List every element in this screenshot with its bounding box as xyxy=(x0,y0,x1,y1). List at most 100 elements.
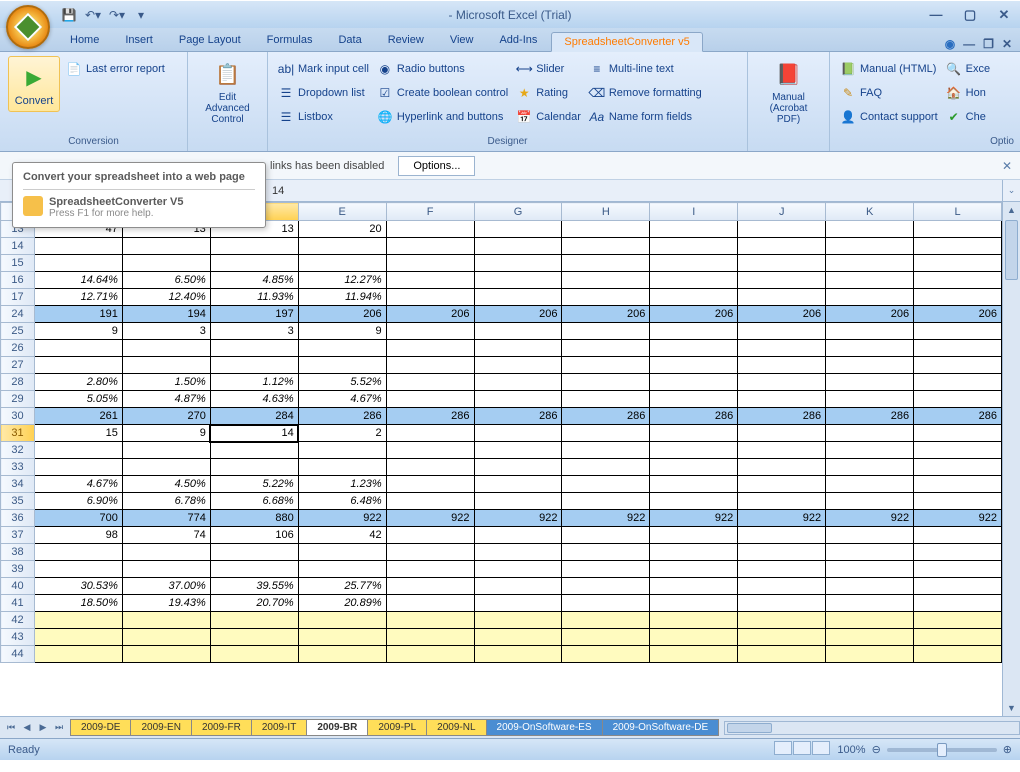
cell-J31[interactable] xyxy=(738,425,826,442)
cell-D32[interactable] xyxy=(210,442,298,459)
row-header-41[interactable]: 41 xyxy=(1,595,35,612)
last-error-report-button[interactable]: 📄Last error report xyxy=(64,60,167,78)
cell-E28[interactable]: 5.52% xyxy=(298,374,386,391)
cell-F33[interactable] xyxy=(386,459,474,476)
row-header-40[interactable]: 40 xyxy=(1,578,35,595)
cell-K30[interactable]: 286 xyxy=(826,408,914,425)
cell-G27[interactable] xyxy=(474,357,562,374)
cell-C17[interactable]: 12.40% xyxy=(122,289,210,306)
cell-C30[interactable]: 270 xyxy=(122,408,210,425)
cell-C40[interactable]: 37.00% xyxy=(122,578,210,595)
cell-B39[interactable] xyxy=(35,561,123,578)
cell-F38[interactable] xyxy=(386,544,474,561)
cell-H16[interactable] xyxy=(562,272,650,289)
cell-J14[interactable] xyxy=(738,238,826,255)
ribbon-tab-data[interactable]: Data xyxy=(326,31,373,51)
cell-I34[interactable] xyxy=(650,476,738,493)
cell-L44[interactable] xyxy=(914,646,1002,663)
sheet-prev-button[interactable]: ◀ xyxy=(20,721,34,735)
view-buttons[interactable] xyxy=(774,741,831,758)
cell-H32[interactable] xyxy=(562,442,650,459)
cell-F13[interactable] xyxy=(386,221,474,238)
cell-F15[interactable] xyxy=(386,255,474,272)
cell-H34[interactable] xyxy=(562,476,650,493)
cell-I37[interactable] xyxy=(650,527,738,544)
cell-H38[interactable] xyxy=(562,544,650,561)
cell-K33[interactable] xyxy=(826,459,914,476)
cell-J16[interactable] xyxy=(738,272,826,289)
rating-button[interactable]: ★Rating xyxy=(514,84,583,102)
sheet-tab-2009-OnSoftware-DE[interactable]: 2009-OnSoftware-DE xyxy=(602,719,720,736)
cell-H31[interactable] xyxy=(562,425,650,442)
cell-K39[interactable] xyxy=(826,561,914,578)
cell-J17[interactable] xyxy=(738,289,826,306)
cell-K37[interactable] xyxy=(826,527,914,544)
ribbon-tab-add-ins[interactable]: Add-Ins xyxy=(487,31,549,51)
row-header-32[interactable]: 32 xyxy=(1,442,35,459)
row-header-15[interactable]: 15 xyxy=(1,255,35,272)
cell-L39[interactable] xyxy=(914,561,1002,578)
cell-L25[interactable] xyxy=(914,323,1002,340)
cell-K15[interactable] xyxy=(826,255,914,272)
security-options-button[interactable]: Options... xyxy=(398,156,475,176)
manual-pdf-button[interactable]: 📕 Manual (Acrobat PDF) xyxy=(756,56,821,127)
row-header-34[interactable]: 34 xyxy=(1,476,35,493)
cell-D38[interactable] xyxy=(210,544,298,561)
cell-J40[interactable] xyxy=(738,578,826,595)
cell-G34[interactable] xyxy=(474,476,562,493)
cell-D36[interactable]: 880 xyxy=(210,510,298,527)
cell-H33[interactable] xyxy=(562,459,650,476)
cell-G13[interactable] xyxy=(474,221,562,238)
col-header-E[interactable]: E xyxy=(298,203,386,221)
hyperlink-buttons-button[interactable]: 🌐Hyperlink and buttons xyxy=(375,108,510,126)
undo-icon[interactable]: ↶▾ xyxy=(84,6,102,24)
cell-J30[interactable]: 286 xyxy=(738,408,826,425)
cell-G39[interactable] xyxy=(474,561,562,578)
cell-D26[interactable] xyxy=(210,340,298,357)
cell-I44[interactable] xyxy=(650,646,738,663)
cell-H14[interactable] xyxy=(562,238,650,255)
cell-D15[interactable] xyxy=(210,255,298,272)
hscroll-thumb[interactable] xyxy=(727,723,772,733)
cell-F40[interactable] xyxy=(386,578,474,595)
cell-L32[interactable] xyxy=(914,442,1002,459)
col-header-K[interactable]: K xyxy=(826,203,914,221)
cell-C43[interactable] xyxy=(122,629,210,646)
vertical-scrollbar[interactable]: ▲ ▼ xyxy=(1002,202,1020,716)
workbook-minimize-button[interactable]: — xyxy=(963,37,975,51)
radio-buttons-button[interactable]: ◉Radio buttons xyxy=(375,60,510,78)
row-header-37[interactable]: 37 xyxy=(1,527,35,544)
cell-D14[interactable] xyxy=(210,238,298,255)
cell-J44[interactable] xyxy=(738,646,826,663)
cell-B30[interactable]: 261 xyxy=(35,408,123,425)
cell-E33[interactable] xyxy=(298,459,386,476)
cell-I39[interactable] xyxy=(650,561,738,578)
cell-F30[interactable]: 286 xyxy=(386,408,474,425)
cell-H40[interactable] xyxy=(562,578,650,595)
cell-B29[interactable]: 5.05% xyxy=(35,391,123,408)
cell-I41[interactable] xyxy=(650,595,738,612)
cell-J42[interactable] xyxy=(738,612,826,629)
cell-L40[interactable] xyxy=(914,578,1002,595)
cell-H37[interactable] xyxy=(562,527,650,544)
cell-I14[interactable] xyxy=(650,238,738,255)
cell-L38[interactable] xyxy=(914,544,1002,561)
cell-J35[interactable] xyxy=(738,493,826,510)
cell-D44[interactable] xyxy=(210,646,298,663)
listbox-button[interactable]: ☰Listbox xyxy=(276,108,371,126)
cell-I28[interactable] xyxy=(650,374,738,391)
cell-H13[interactable] xyxy=(562,221,650,238)
row-header-27[interactable]: 27 xyxy=(1,357,35,374)
cell-C15[interactable] xyxy=(122,255,210,272)
cell-B17[interactable]: 12.71% xyxy=(35,289,123,306)
row-header-26[interactable]: 26 xyxy=(1,340,35,357)
row-header-43[interactable]: 43 xyxy=(1,629,35,646)
cell-K32[interactable] xyxy=(826,442,914,459)
cell-D34[interactable]: 5.22% xyxy=(210,476,298,493)
cell-I17[interactable] xyxy=(650,289,738,306)
cell-K13[interactable] xyxy=(826,221,914,238)
cell-E32[interactable] xyxy=(298,442,386,459)
cell-F32[interactable] xyxy=(386,442,474,459)
cell-L16[interactable] xyxy=(914,272,1002,289)
cell-I26[interactable] xyxy=(650,340,738,357)
